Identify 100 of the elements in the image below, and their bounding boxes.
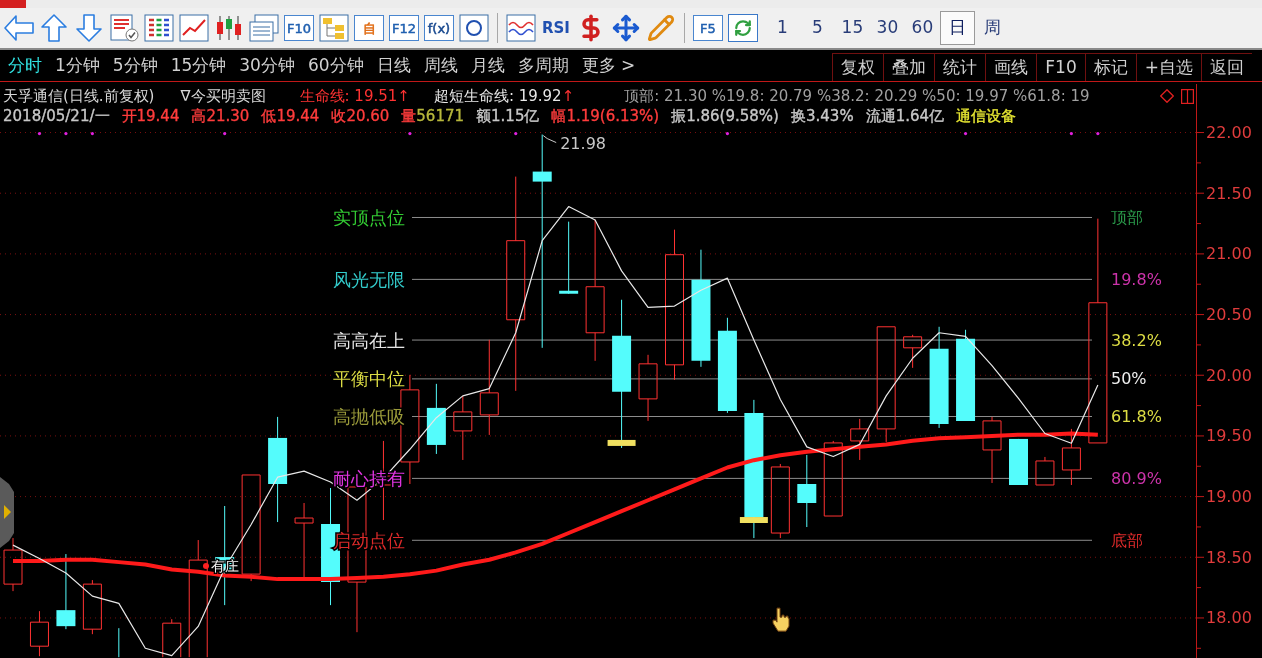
period-button[interactable]: 15 bbox=[834, 11, 870, 45]
hollow-candlestick bbox=[29, 610, 49, 657]
diamond-icon[interactable] bbox=[1160, 89, 1174, 103]
quote-value: 通信设备 bbox=[956, 108, 1017, 124]
period-tab[interactable]: 60分钟 bbox=[307, 57, 364, 74]
function-button[interactable]: 复权 bbox=[832, 53, 884, 81]
period-button[interactable]: 1 bbox=[764, 11, 800, 45]
trend-arrow: ↑ bbox=[397, 88, 410, 104]
axis-label: 21.00 bbox=[1206, 244, 1252, 264]
quote-value: 流通1.64亿 bbox=[865, 108, 945, 124]
toolbar-button[interactable]: RSI bbox=[541, 14, 571, 42]
down-arrow-icon[interactable] bbox=[74, 14, 104, 42]
period-tab[interactable]: 30分钟 bbox=[239, 57, 295, 74]
quote-value: 换3.43% bbox=[791, 108, 854, 124]
level-mark: 61.8% bbox=[1111, 407, 1162, 426]
function-button[interactable]: F10 bbox=[1036, 53, 1085, 81]
quote-value: 56171 bbox=[416, 108, 465, 124]
period-tab[interactable]: 分时 bbox=[8, 57, 42, 74]
level-label: 平衡中位 bbox=[333, 368, 405, 390]
line-chart-icon[interactable] bbox=[179, 14, 209, 42]
level-mark: 底部 bbox=[1111, 530, 1143, 550]
toolbar-button[interactable]: F12 bbox=[389, 15, 419, 41]
hollow-candlestick bbox=[162, 618, 182, 658]
function-button[interactable]: +自选 bbox=[1135, 53, 1201, 81]
signal-bar-icon bbox=[607, 439, 636, 446]
period-tab[interactable]: 5分钟 bbox=[112, 57, 158, 74]
hollow-candlestick bbox=[3, 537, 23, 592]
level-label: 风光无限 bbox=[333, 268, 405, 290]
axis-label: 18.00 bbox=[1206, 608, 1252, 628]
quote-value: 收20.60 bbox=[331, 108, 390, 124]
grid-icon[interactable] bbox=[144, 14, 174, 42]
toolbar-button[interactable]: 自 bbox=[354, 15, 384, 41]
signal-dot-icon bbox=[963, 131, 968, 136]
quote-value: 额1.15亿 bbox=[476, 108, 540, 124]
function-button[interactable]: 叠加 bbox=[883, 53, 935, 81]
hollow-candlestick bbox=[1061, 428, 1081, 486]
period-tab[interactable]: 多周期 bbox=[517, 57, 569, 74]
level-mark: 50% bbox=[1111, 369, 1147, 389]
signal-dot-icon bbox=[1096, 131, 1100, 136]
signal-bar-icon bbox=[739, 517, 768, 524]
period-button[interactable]: 60 bbox=[904, 11, 940, 45]
period-button[interactable]: 30 bbox=[869, 11, 905, 45]
hollow-candlestick bbox=[1035, 456, 1055, 486]
toolbar-button[interactable]: F10 bbox=[284, 15, 314, 41]
hollow-candlestick bbox=[453, 395, 473, 461]
signal-dot-icon bbox=[725, 131, 729, 136]
level-mark: 38.2% bbox=[1111, 330, 1162, 350]
hollow-candlestick bbox=[850, 418, 870, 461]
up-arrow-icon[interactable] bbox=[39, 14, 69, 42]
stacked-windows-icon[interactable] bbox=[249, 14, 279, 42]
period-tab[interactable]: 日线 bbox=[376, 57, 411, 74]
panel-toggle[interactable] bbox=[0, 477, 14, 549]
quote-value: 量 bbox=[401, 108, 417, 124]
hollow-candlestick bbox=[82, 579, 102, 635]
left-arrow-icon[interactable] bbox=[4, 14, 34, 42]
level-mark: 19.8% bbox=[1111, 269, 1162, 289]
solid-candlestick bbox=[1009, 438, 1028, 486]
indicator-name[interactable]: ∇今买明卖图 bbox=[180, 88, 266, 104]
period-tab[interactable]: 1分钟 bbox=[55, 57, 100, 74]
panel-icon[interactable] bbox=[1181, 88, 1194, 104]
level-label: 实顶点位 bbox=[333, 207, 405, 228]
level-mark: 顶部 bbox=[1111, 208, 1143, 227]
toolbar-button[interactable]: f(x) bbox=[424, 15, 454, 41]
quote-value: 幅1.19(6.13%) bbox=[551, 108, 660, 124]
period-button[interactable]: 周 bbox=[974, 11, 1010, 45]
signal-dot-icon bbox=[90, 131, 94, 136]
function-button[interactable]: 标记 bbox=[1084, 53, 1136, 81]
period-tab[interactable]: 15分钟 bbox=[170, 57, 227, 74]
leader-line bbox=[542, 135, 557, 144]
signal-dot-icon bbox=[223, 131, 227, 136]
function-button[interactable]: 返回 bbox=[1201, 53, 1252, 81]
hollow-candlestick bbox=[903, 334, 923, 369]
pencil-icon[interactable] bbox=[645, 14, 676, 42]
dot-icon bbox=[203, 563, 209, 570]
tree-icon[interactable] bbox=[319, 14, 349, 42]
period-button[interactable]: 日 bbox=[939, 11, 975, 45]
signal-dot-icon bbox=[1069, 131, 1073, 136]
period-tab[interactable]: 月线 bbox=[470, 57, 505, 74]
app-logo-icon bbox=[0, 0, 26, 8]
wave-chart-icon[interactable] bbox=[506, 14, 536, 42]
signal-dot-icon bbox=[64, 131, 68, 136]
levels-readout: 顶部: 21.30 %19.8: 20.79 %38.2: 20.29 %50: 19.97 %61.8: 19 bbox=[624, 88, 1090, 104]
period-button[interactable]: 5 bbox=[799, 11, 835, 45]
axis-label: 22.00 bbox=[1206, 123, 1252, 143]
refresh-icon[interactable] bbox=[727, 14, 758, 42]
signal-dot-icon bbox=[37, 131, 42, 136]
period-tab[interactable]: 更多 > bbox=[581, 57, 636, 74]
axis-label: 19.00 bbox=[1206, 487, 1252, 507]
candlestick-icon[interactable] bbox=[214, 14, 244, 42]
function-button[interactable]: 统计 bbox=[934, 53, 986, 81]
toolbar-button[interactable]: F5 bbox=[692, 15, 723, 41]
trend-arrow: ↑ bbox=[561, 88, 575, 104]
sheet-icon[interactable] bbox=[109, 14, 139, 42]
period-tab[interactable]: 周线 bbox=[423, 57, 458, 74]
signal-dot-icon bbox=[408, 131, 412, 136]
quote-value: 2018/05/21/一 bbox=[3, 108, 110, 124]
function-button[interactable]: 画线 bbox=[985, 53, 1037, 81]
caret-right-icon bbox=[4, 505, 11, 520]
axis-label: 20.50 bbox=[1206, 305, 1252, 325]
move-arrows-icon[interactable] bbox=[610, 14, 641, 42]
